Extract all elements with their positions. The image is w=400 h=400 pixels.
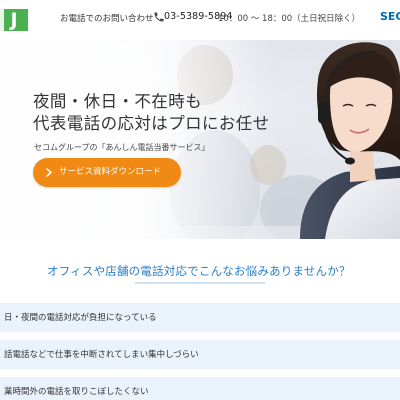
worry-item: 日・夜間の電話対応が負担になっている [0, 303, 400, 332]
hero-banner: 夜間・休日・不在時も 代表電話の応対はプロにお任せ セコムグループの「あんしん電… [0, 40, 400, 239]
worry-item: 業時間外の電話を取りこぼしたくない [0, 377, 400, 400]
download-brochure-label: サービス資料ダウンロード [59, 167, 162, 177]
hero-title: 夜間・休日・不在時も 代表電話の応対はプロにお任せ [33, 91, 270, 135]
worry-item-text: 日・夜間の電話対応が負担になっている [4, 313, 157, 323]
logo-accent [0, 9, 4, 31]
hero-title-line1: 夜間・休日・不在時も [33, 92, 202, 111]
chevron-right-icon [46, 168, 52, 177]
download-brochure-button[interactable]: サービス資料ダウンロード [33, 158, 181, 187]
site-logo[interactable]: J [0, 9, 28, 31]
hero-text-backdrop [0, 40, 260, 239]
hero-title-line2: 代表電話の応対はプロにお任せ [33, 114, 270, 133]
contact-label: お電話でのお問い合わせ [60, 14, 154, 24]
worry-item-text: 話電話などで仕事を中断されてしまい集中しづらい [4, 350, 199, 360]
heading-underline [135, 282, 265, 284]
hero-subtitle: セコムグループの「あんしん電話当番サービス」 [34, 143, 210, 152]
worry-item: 話電話などで仕事を中断されてしまい集中しづらい [0, 340, 400, 369]
brand-logo[interactable]: SECO [380, 10, 400, 23]
problems-heading: オフィスや店舗の電話対応でこんなお悩みありませんか？ [47, 264, 351, 278]
business-hours: 10：00 〜 18：00（土日祝日除く） [218, 14, 361, 24]
site-header: J お電話でのお問い合わせ 03-5389-5894 10：00 〜 18：00… [0, 0, 400, 40]
worry-item-text: 業時間外の電話を取りこぼしたくない [4, 387, 149, 397]
